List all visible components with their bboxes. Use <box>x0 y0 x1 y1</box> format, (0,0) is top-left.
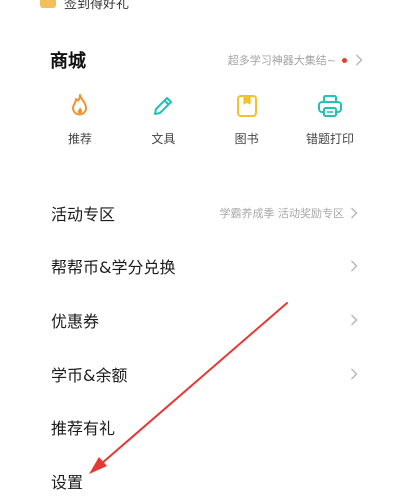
shop-item-label: 错题打印 <box>305 132 354 146</box>
menu-item-settings[interactable]: 设置 <box>0 454 408 503</box>
menu-item-label: 优惠券 <box>51 311 100 331</box>
shop-item-label: 图书 <box>234 132 259 146</box>
shop-item-error-print[interactable]: 错题打印 <box>290 92 370 147</box>
shop-title: 商城 <box>50 51 86 72</box>
shop-item-label: 推荐 <box>67 132 92 146</box>
shop-item-stationery[interactable]: 文具 <box>123 92 203 147</box>
shop-header: 商城 超多学习神器大集结~ <box>50 45 365 75</box>
menu-item-subtext: 学霸养成季 活动奖励专区 <box>219 206 345 220</box>
menu-item-label: 学币&余额 <box>51 365 128 385</box>
menu-item-right: 学霸养成季 活动奖励专区 <box>220 205 361 221</box>
flame-icon <box>66 92 94 120</box>
shop-grid: 推荐 文具 图书 错题打印 <box>40 92 370 147</box>
menu-item-coin-exchange[interactable]: 帮帮币&学分兑换 <box>0 240 408 294</box>
menu-item-label: 推荐有礼 <box>51 419 116 439</box>
menu-item-label: 设置 <box>51 472 84 492</box>
menu-item-activity-zone[interactable]: 活动专区 学霸养成季 活动奖励专区 <box>0 186 408 240</box>
shop-item-label: 文具 <box>151 132 176 146</box>
shop-promo-link[interactable]: 超多学习神器大集结~ <box>228 52 365 68</box>
chevron-right-icon <box>353 54 365 66</box>
chevron-right-icon <box>348 260 360 272</box>
shop-item-books[interactable]: 图书 <box>207 92 287 147</box>
red-dot-badge <box>342 57 347 63</box>
gift-icon <box>40 0 56 8</box>
shop-promo-text: 超多学习神器大集结~ <box>227 54 336 67</box>
menu-item-referral[interactable]: 推荐有礼 <box>0 400 408 454</box>
menu-item-label: 帮帮币&学分兑换 <box>51 258 176 278</box>
menu-item-balance[interactable]: 学币&余额 <box>0 347 408 401</box>
chevron-right-icon <box>348 207 360 219</box>
settings-menu: 活动专区 学霸养成季 活动奖励专区 帮帮币&学分兑换 优惠券 学币&余额 推荐有… <box>0 186 408 503</box>
menu-item-label: 活动专区 <box>51 204 116 224</box>
menu-item-coupons[interactable]: 优惠券 <box>0 293 408 347</box>
pencil-icon <box>149 92 177 120</box>
chevron-right-icon <box>348 314 360 326</box>
sign-in-banner-text: 签到得好礼 <box>64 0 130 12</box>
sign-in-banner[interactable]: 签到得好礼 <box>40 0 130 12</box>
printer-icon <box>316 92 344 120</box>
shop-item-recommend[interactable]: 推荐 <box>40 92 120 147</box>
book-icon <box>233 92 261 120</box>
screen: 签到得好礼 商城 超多学习神器大集结~ 推荐 文具 图书 错题打印 活动专区 学… <box>0 0 408 503</box>
chevron-right-icon <box>348 368 360 380</box>
